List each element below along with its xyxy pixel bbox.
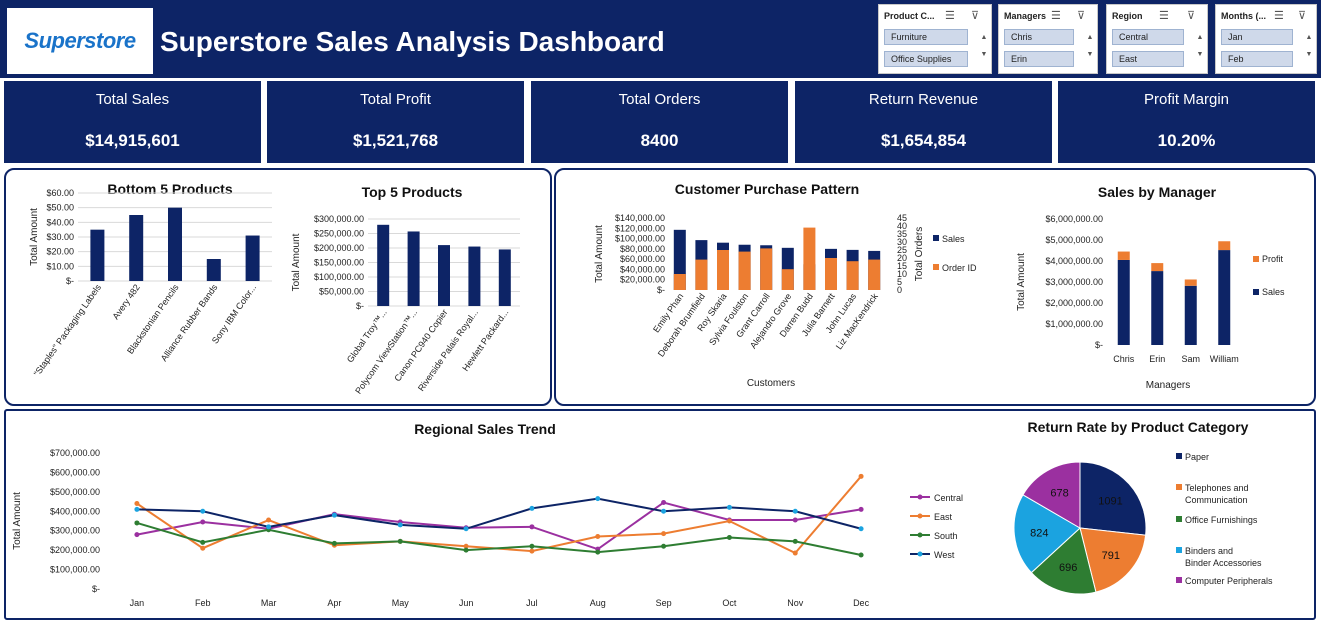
slicer-product-category[interactable]: Product C... ☰ ⊽ Furniture Office Suppli…	[878, 4, 992, 74]
kpi-return-revenue: Return Revenue $1,654,854	[795, 81, 1052, 163]
multi-select-icon[interactable]: ☰	[1159, 9, 1169, 22]
multi-select-icon[interactable]: ☰	[1274, 9, 1284, 22]
multi-select-icon[interactable]: ☰	[1051, 9, 1061, 22]
kpi-value: $1,521,768	[352, 131, 439, 150]
kpi-label: Profit Margin	[1143, 91, 1230, 108]
slicer-title: Managers	[1004, 11, 1047, 21]
slicer-item-chris[interactable]: Chris	[1004, 29, 1074, 45]
kpi-label: Return Revenue	[868, 91, 979, 108]
kpi-total-profit: Total Profit $1,521,768	[267, 81, 524, 163]
slicer-title: Region	[1112, 11, 1143, 21]
kpi-total-orders: Total Orders 8400	[531, 81, 788, 163]
kpi-label: Total Profit	[360, 91, 431, 108]
kpi-label: Total Sales	[95, 91, 170, 108]
products-panel	[4, 168, 552, 406]
clear-filter-icon[interactable]: ⊽	[971, 9, 979, 22]
trend-returns-panel	[4, 409, 1316, 620]
slicer-scrollbar[interactable]: ▲ ▼	[979, 29, 989, 71]
kpi-profit-margin: Profit Margin 10.20%	[1058, 81, 1315, 163]
slicer-scrollbar[interactable]: ▲ ▼	[1195, 29, 1205, 71]
dashboard-title: Superstore Sales Analysis Dashboard	[160, 26, 665, 57]
kpi-value: $14,915,601	[85, 131, 180, 150]
clear-filter-icon[interactable]: ⊽	[1298, 9, 1306, 22]
slicer-item-feb[interactable]: Feb	[1221, 51, 1293, 67]
kpi-value: $1,654,854	[880, 131, 967, 150]
slicer-item-erin[interactable]: Erin	[1004, 51, 1074, 67]
kpi-value: 8400	[640, 131, 679, 150]
slicer-item-central[interactable]: Central	[1112, 29, 1184, 45]
slicer-managers[interactable]: Managers ☰ ⊽ Chris Erin ▲ ▼	[998, 4, 1098, 74]
slicer-title: Product C...	[884, 11, 935, 21]
multi-select-icon[interactable]: ☰	[945, 9, 955, 22]
slicer-region[interactable]: Region ☰ ⊽ Central East ▲ ▼	[1106, 4, 1208, 74]
slicer-title: Months (...	[1221, 11, 1266, 21]
kpi-value: 10.20%	[1157, 131, 1216, 150]
slicer-item-east[interactable]: East	[1112, 51, 1184, 67]
slicer-scrollbar[interactable]: ▲ ▼	[1085, 29, 1095, 71]
slicer-item-office-supplies[interactable]: Office Supplies	[884, 51, 968, 67]
slicer-scrollbar[interactable]: ▲ ▼	[1304, 29, 1314, 71]
slicer-item-jan[interactable]: Jan	[1221, 29, 1293, 45]
customers-managers-panel	[554, 168, 1316, 406]
clear-filter-icon[interactable]: ⊽	[1187, 9, 1195, 22]
slicer-months[interactable]: Months (... ☰ ⊽ Jan Feb ▲ ▼	[1215, 4, 1317, 74]
kpi-label: Total Orders	[618, 91, 701, 108]
kpi-total-sales: Total Sales $14,915,601	[4, 81, 261, 163]
slicer-item-furniture[interactable]: Furniture	[884, 29, 968, 45]
clear-filter-icon[interactable]: ⊽	[1077, 9, 1085, 22]
superstore-logo: Superstore	[7, 8, 153, 74]
